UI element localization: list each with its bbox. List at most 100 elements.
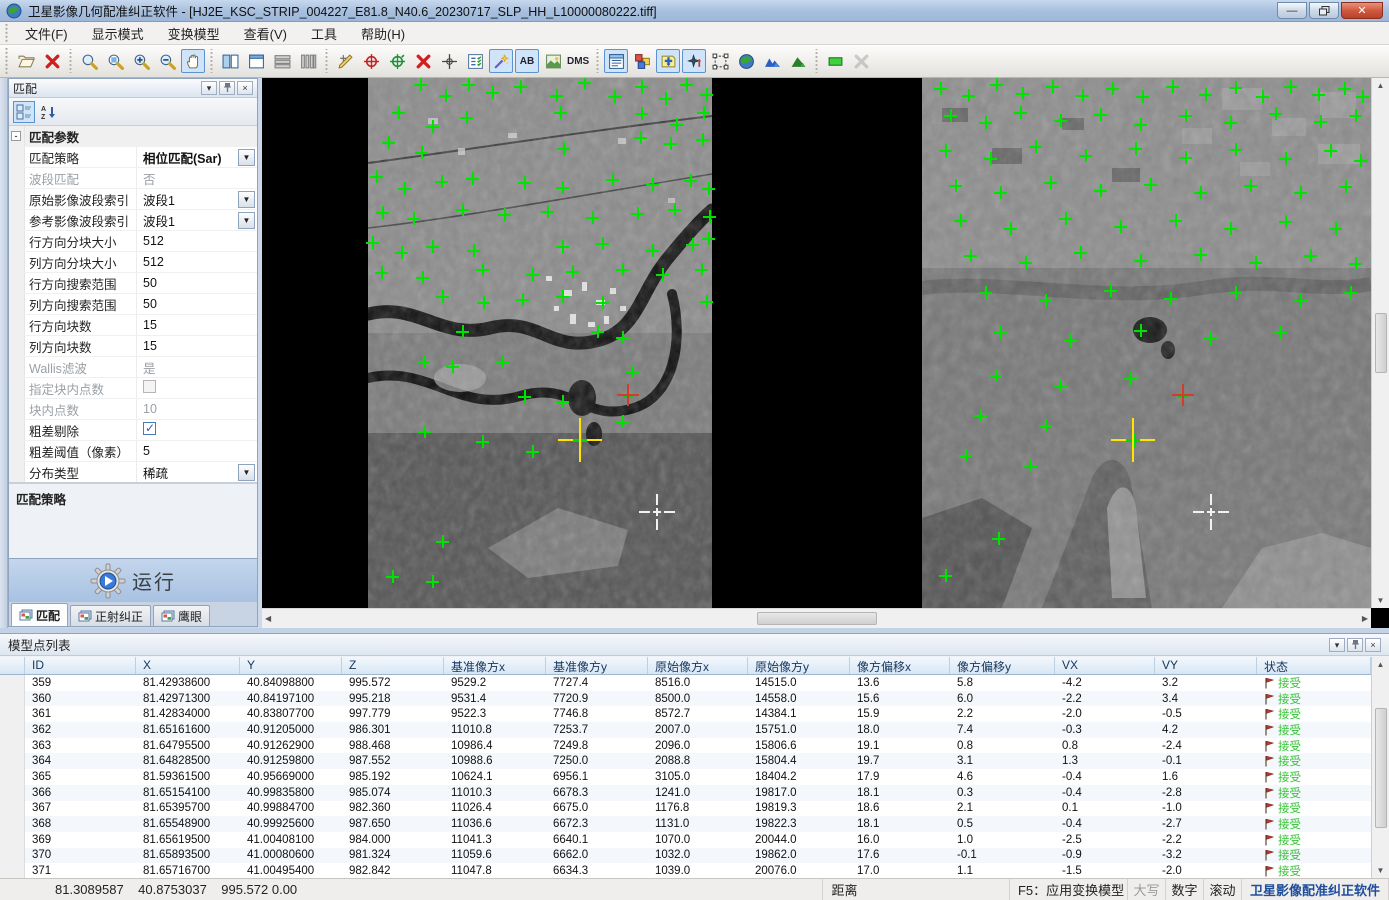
restore-button[interactable] bbox=[1309, 2, 1339, 19]
zoom-magnifier-icon[interactable] bbox=[77, 49, 101, 73]
source-image-view[interactable] bbox=[922, 78, 1371, 608]
match-point-marker[interactable] bbox=[1294, 294, 1307, 307]
match-point-marker[interactable] bbox=[1054, 114, 1067, 127]
match-point-marker[interactable] bbox=[596, 237, 609, 250]
table-row-365[interactable]: 36581.5936150040.95669000985.19210624.16… bbox=[0, 769, 1371, 785]
match-point-marker[interactable] bbox=[557, 142, 570, 155]
table-row-367[interactable]: 36781.6539570040.99884700982.36011026.46… bbox=[0, 801, 1371, 817]
panel-menu-icon[interactable]: ▾ bbox=[1329, 638, 1345, 652]
match-point-marker[interactable] bbox=[366, 236, 379, 249]
match-point-marker[interactable] bbox=[702, 182, 715, 195]
point-list-icon[interactable] bbox=[463, 49, 487, 73]
mountain-blue-icon[interactable] bbox=[760, 49, 784, 73]
match-point-marker[interactable] bbox=[1046, 80, 1059, 93]
match-point-marker[interactable] bbox=[1294, 186, 1307, 199]
param-value[interactable]: 相位匹配(Sar) bbox=[137, 148, 238, 167]
menu-item-1[interactable]: 显示模式 bbox=[80, 21, 156, 46]
match-point-marker[interactable] bbox=[635, 107, 648, 120]
match-point-marker[interactable] bbox=[1106, 82, 1119, 95]
table-vscroll-thumb[interactable] bbox=[1375, 708, 1387, 828]
match-point-marker[interactable] bbox=[616, 415, 629, 428]
match-point-marker[interactable] bbox=[1004, 222, 1017, 235]
table-row-370[interactable]: 37081.6589350041.00080600981.32411059.66… bbox=[0, 848, 1371, 864]
match-point-marker[interactable] bbox=[989, 369, 1002, 382]
match-point-marker[interactable] bbox=[1064, 334, 1077, 347]
column-header-0[interactable]: ID bbox=[25, 657, 136, 674]
match-point-marker[interactable] bbox=[407, 212, 420, 225]
match-point-marker[interactable] bbox=[939, 569, 952, 582]
scroll-down-icon[interactable]: ▼ bbox=[1377, 596, 1385, 608]
match-point-marker[interactable] bbox=[1249, 256, 1262, 269]
propgrid-row-6[interactable]: 行方向搜索范围50 bbox=[9, 273, 257, 294]
match-point-marker[interactable] bbox=[556, 395, 569, 408]
column-header-10[interactable]: VX bbox=[1055, 657, 1155, 674]
globe-icon[interactable] bbox=[734, 49, 758, 73]
param-value[interactable]: 5 bbox=[137, 444, 257, 458]
match-point-marker[interactable] bbox=[556, 181, 569, 194]
match-point-marker[interactable] bbox=[1349, 257, 1362, 270]
match-point-marker[interactable] bbox=[476, 263, 489, 276]
match-point-marker[interactable] bbox=[456, 325, 469, 338]
match-point-marker[interactable] bbox=[1129, 142, 1142, 155]
match-point-marker[interactable] bbox=[1094, 184, 1107, 197]
match-point-marker[interactable] bbox=[417, 355, 430, 368]
panel-menu-icon[interactable]: ▾ bbox=[201, 81, 217, 95]
propgrid-row-7[interactable]: 列方向搜索范围50 bbox=[9, 294, 257, 315]
menu-item-3[interactable]: 查看(V) bbox=[232, 21, 299, 46]
match-point-marker[interactable] bbox=[466, 172, 479, 185]
match-point-marker[interactable] bbox=[1274, 326, 1287, 339]
table-row-359[interactable]: 35981.4293860040.84098800995.5729529.277… bbox=[0, 675, 1371, 691]
column-header-1[interactable]: X bbox=[136, 657, 240, 674]
match-point-marker[interactable] bbox=[1094, 108, 1107, 121]
match-point-marker[interactable] bbox=[1134, 254, 1147, 267]
match-point-marker[interactable] bbox=[1224, 116, 1237, 129]
scroll-down-icon[interactable]: ▼ bbox=[1377, 866, 1385, 878]
column-header-8[interactable]: 像方偏移x bbox=[850, 657, 950, 674]
match-point-marker[interactable] bbox=[416, 271, 429, 284]
param-value[interactable]: 50 bbox=[137, 276, 257, 290]
match-point-marker[interactable] bbox=[1076, 89, 1089, 102]
match-point-marker[interactable] bbox=[1124, 372, 1137, 385]
column-header-12[interactable]: 状态 bbox=[1257, 657, 1371, 674]
match-point-marker[interactable] bbox=[1104, 284, 1117, 297]
sort-az-icon[interactable]: AZ bbox=[38, 101, 60, 123]
match-point-marker[interactable] bbox=[1014, 106, 1027, 119]
match-point-marker[interactable] bbox=[516, 293, 529, 306]
selected-point-marker[interactable] bbox=[558, 418, 602, 462]
param-value[interactable]: 波段1 bbox=[137, 190, 238, 209]
propgrid-row-10[interactable]: Wallis滤波是 bbox=[9, 357, 257, 378]
collapse-icon[interactable]: - bbox=[11, 131, 21, 141]
table-row-362[interactable]: 36281.6516160040.91205000986.30111010.87… bbox=[0, 722, 1371, 738]
vscroll-thumb[interactable] bbox=[1375, 313, 1387, 373]
match-point-marker[interactable] bbox=[514, 80, 527, 93]
flight-direction-icon[interactable] bbox=[682, 49, 706, 73]
table-row-361[interactable]: 36181.4283400040.83807700997.7799522.377… bbox=[0, 706, 1371, 722]
propgrid-group-header[interactable]: -匹配参数 bbox=[9, 126, 257, 147]
match-point-marker[interactable] bbox=[680, 78, 693, 91]
match-point-marker[interactable] bbox=[476, 435, 489, 448]
match-point-marker[interactable] bbox=[1114, 220, 1127, 233]
match-point-marker[interactable] bbox=[1019, 256, 1032, 269]
reference-image-view[interactable] bbox=[262, 78, 922, 608]
image-vertical-scrollbar[interactable]: ▲ ▼ bbox=[1371, 78, 1389, 608]
match-point-marker[interactable] bbox=[386, 570, 399, 583]
scroll-left-icon[interactable]: ◀ bbox=[265, 614, 271, 623]
match-point-marker[interactable] bbox=[418, 425, 431, 438]
match-point-marker[interactable] bbox=[939, 144, 952, 157]
match-point-marker[interactable] bbox=[1279, 152, 1292, 165]
categorized-view-icon[interactable] bbox=[13, 101, 35, 123]
match-point-marker[interactable] bbox=[646, 244, 659, 257]
match-point-marker[interactable] bbox=[1194, 248, 1207, 261]
tile-horizontal-icon[interactable] bbox=[270, 49, 294, 73]
match-point-marker[interactable] bbox=[467, 244, 480, 257]
column-header-9[interactable]: 像方偏移y bbox=[950, 657, 1055, 674]
match-point-marker[interactable] bbox=[686, 238, 699, 251]
match-point-marker[interactable] bbox=[949, 179, 962, 192]
match-point-marker[interactable] bbox=[1199, 88, 1212, 101]
match-point-marker[interactable] bbox=[460, 111, 473, 124]
match-point-marker[interactable] bbox=[1338, 82, 1351, 95]
match-point-marker[interactable] bbox=[518, 390, 531, 403]
param-value[interactable]: 波段1 bbox=[137, 211, 238, 230]
match-point-marker[interactable] bbox=[1169, 214, 1182, 227]
legend-green-icon[interactable] bbox=[823, 49, 847, 73]
